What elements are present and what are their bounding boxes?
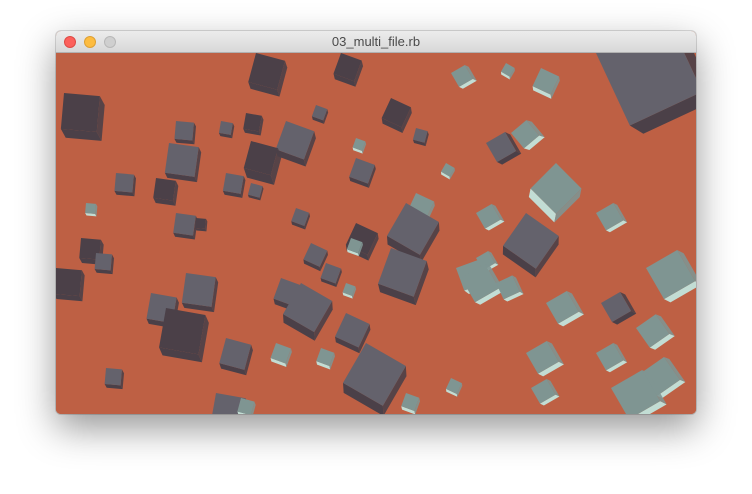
scene-canvas [56, 53, 696, 414]
render-viewport[interactable] [56, 53, 696, 414]
title-bar[interactable]: 03_multi_file.rb [56, 31, 696, 53]
scene-box-face [159, 308, 206, 355]
scene-box-face [94, 253, 112, 271]
scene-box-face [243, 113, 262, 132]
scene-box [218, 121, 235, 139]
scene-box [173, 213, 198, 240]
app-window: 03_multi_file.rb [56, 31, 696, 414]
scene-box-face [85, 203, 96, 214]
scene-box [153, 178, 179, 206]
scene-box-face [181, 273, 216, 307]
scene-box-face [104, 368, 122, 386]
scene-box-face [114, 173, 134, 193]
scene-box [159, 308, 209, 363]
window-title: 03_multi_file.rb [331, 34, 421, 49]
scene-box [181, 273, 219, 313]
scene-box-face [222, 173, 244, 194]
scene-box-face [174, 121, 194, 141]
scene-box [164, 143, 202, 183]
scene-box [222, 173, 246, 198]
scene-box-face [195, 218, 206, 229]
scene-box [85, 203, 98, 217]
scene-box [56, 268, 85, 302]
scene-box [195, 218, 208, 232]
scene-box [114, 173, 137, 197]
scene-box [104, 368, 125, 390]
scene-box [243, 113, 264, 136]
scene-box-face [218, 121, 233, 135]
scene-box [94, 253, 115, 275]
scene-box-face [60, 93, 100, 133]
scene-box-face [153, 178, 176, 201]
scene-box-face [56, 268, 82, 297]
scene-box [174, 121, 197, 145]
scene-box-face [173, 213, 196, 236]
scene-box-face [164, 143, 199, 177]
scene-box [60, 93, 105, 141]
